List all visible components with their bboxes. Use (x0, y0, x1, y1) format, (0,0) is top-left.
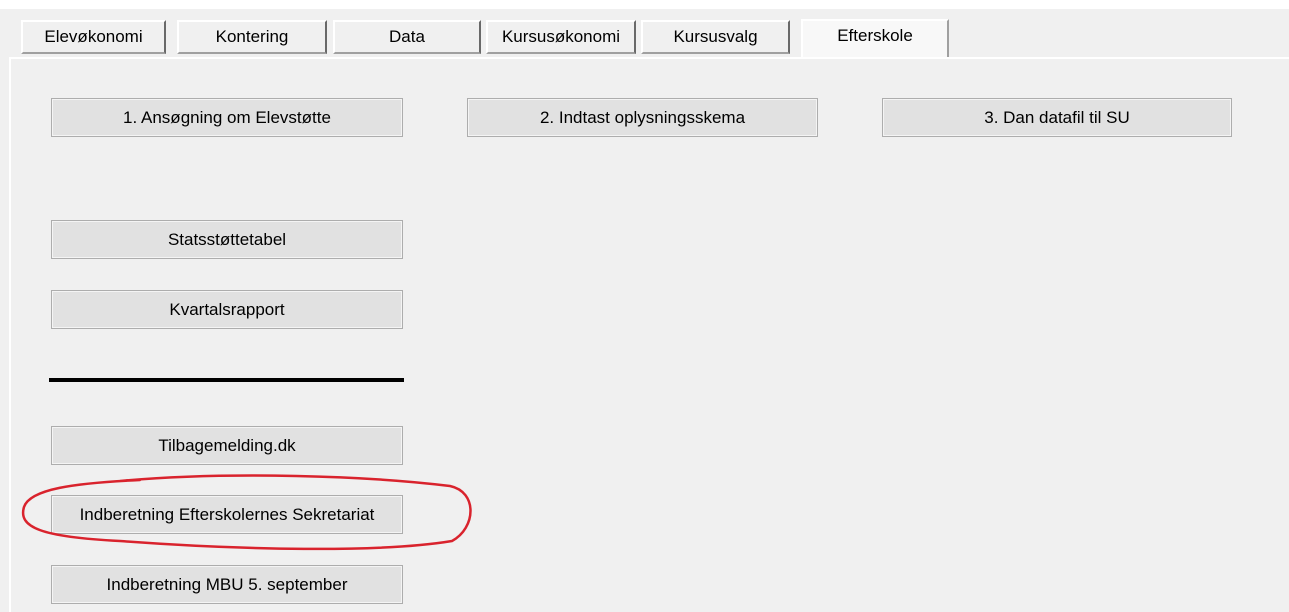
indberetning-mbu-button[interactable]: Indberetning MBU 5. september (51, 565, 403, 604)
statsstottetabel-button[interactable]: Statsstøttetabel (51, 220, 403, 259)
section-divider (49, 378, 404, 382)
tab-data[interactable]: Data (333, 20, 481, 54)
indberetning-efterskolernes-sekretariat-button[interactable]: Indberetning Efterskolernes Sekretariat (51, 495, 403, 534)
tab-kursusokonomi[interactable]: Kursusøkonomi (486, 20, 636, 54)
indtast-oplysningsskema-button[interactable]: 2. Indtast oplysningsskema (467, 98, 818, 137)
tab-bar: Elevøkonomi Kontering Data Kursusøkonomi… (0, 0, 1289, 60)
tab-kontering[interactable]: Kontering (177, 20, 327, 54)
tab-panel-top-border (9, 57, 1289, 59)
tab-kursusvalg[interactable]: Kursusvalg (641, 20, 790, 54)
kvartalsrapport-button[interactable]: Kvartalsrapport (51, 290, 403, 329)
tab-efterskole[interactable]: Efterskole (801, 19, 949, 59)
tab-elevokonomi[interactable]: Elevøkonomi (21, 20, 166, 54)
tab-panel-left-border (9, 57, 11, 612)
dan-datafil-til-su-button[interactable]: 3. Dan datafil til SU (882, 98, 1232, 137)
tilbagemelding-button[interactable]: Tilbagemelding.dk (51, 426, 403, 465)
ansogning-om-elevstotte-button[interactable]: 1. Ansøgning om Elevstøtte (51, 98, 403, 137)
